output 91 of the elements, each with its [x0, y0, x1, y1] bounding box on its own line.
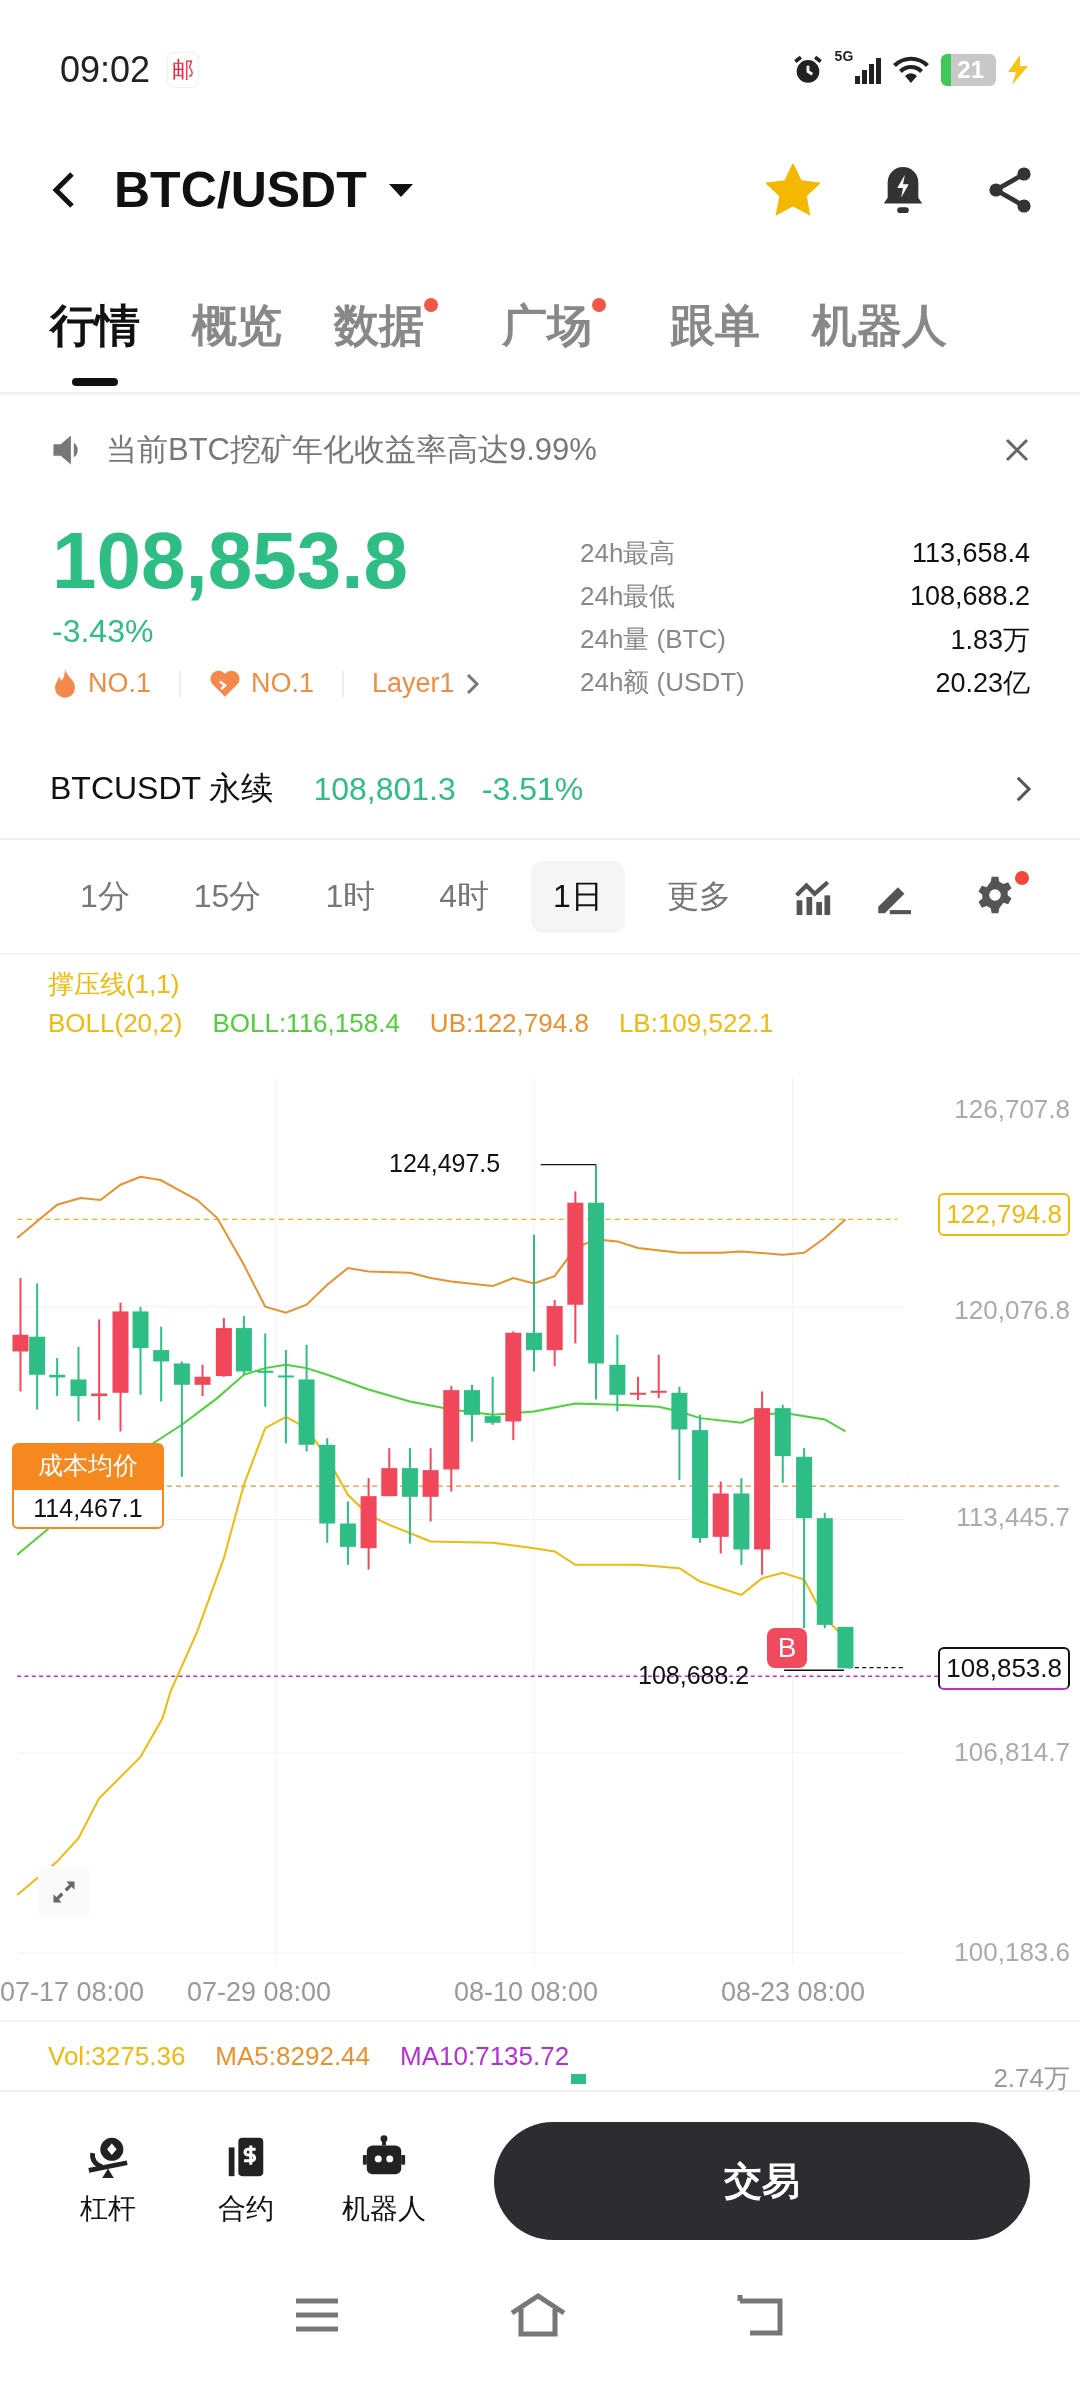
- perpetual-price: 108,801.3: [313, 770, 456, 808]
- leader-line: [783, 1669, 845, 1671]
- signal-icon: [855, 56, 882, 84]
- candle: [837, 1625, 854, 1670]
- cost-average-title: 成本均价: [12, 1443, 164, 1488]
- chevron-right-icon[interactable]: [464, 671, 481, 696]
- stat-value: 108,688.2: [909, 581, 1030, 612]
- axis-date-label: 08-10 08:00: [454, 1977, 600, 2008]
- candle: [49, 1357, 66, 1398]
- tab[interactable]: 广场: [502, 296, 592, 356]
- network-label: 5G: [834, 48, 854, 64]
- candle: [215, 1317, 232, 1378]
- heart-icon: [209, 669, 242, 698]
- action-button[interactable]: 合约: [198, 2134, 294, 2228]
- volume-legend-item: MA10:7135.72: [400, 2040, 570, 2072]
- stat-value: 20.23亿: [935, 666, 1030, 700]
- stat-label: 24h量 (BTC): [580, 623, 726, 656]
- interval-tab[interactable]: 15分: [171, 860, 284, 933]
- axis-date-label: 08-23 08:00: [721, 1977, 867, 2008]
- axis-date-label: 07-17 08:00: [0, 1977, 146, 2008]
- candle: [484, 1375, 501, 1426]
- stat-label: 24h最高: [580, 537, 676, 570]
- stat-value: 113,658.4: [911, 538, 1030, 569]
- tag-label[interactable]: NO.1: [251, 668, 315, 699]
- perpetual-name[interactable]: BTCUSDT 永续: [50, 767, 274, 811]
- stat-value: 1.83万: [950, 623, 1030, 657]
- candle: [463, 1383, 480, 1443]
- candle: [546, 1299, 563, 1368]
- candle: [194, 1363, 211, 1398]
- action-button[interactable]: 机器人: [336, 2134, 432, 2228]
- legend-item: LB:109,522.1: [618, 1008, 774, 1039]
- last-price: 108,853.8: [52, 515, 409, 607]
- status-time: 09:02: [60, 49, 151, 91]
- chevron-right-icon[interactable]: [1014, 774, 1034, 804]
- home-icon[interactable]: [509, 2293, 567, 2337]
- legend-item: BOLL:116,158.4: [212, 1008, 400, 1039]
- band-price-tag: 122,794.8: [938, 1193, 1070, 1236]
- axis-price-label: 126,707.8: [954, 1094, 1070, 1125]
- high-price-label: 124,497.5: [389, 1149, 501, 1178]
- interval-tab[interactable]: 1分: [58, 860, 152, 933]
- tag-label[interactable]: NO.1: [88, 668, 152, 699]
- volume-legend-item: Vol:3275.36: [48, 2040, 186, 2072]
- candle: [235, 1315, 252, 1376]
- tab-underline: [72, 378, 118, 386]
- volume-bar: [571, 2074, 586, 2084]
- charging-icon: [1006, 55, 1030, 85]
- price-change: -3.43%: [52, 613, 155, 650]
- tag-label[interactable]: Layer1: [372, 668, 455, 699]
- leader-line: [540, 1164, 597, 1166]
- flame-icon: [52, 668, 78, 699]
- tab[interactable]: 机器人: [812, 296, 947, 356]
- tab[interactable]: 概览: [192, 296, 282, 356]
- candle: [630, 1375, 647, 1402]
- axis-price-label: 106,814.7: [954, 1737, 1070, 1768]
- axis-date-label: 07-29 08:00: [187, 1977, 333, 2008]
- volume-legend-item: MA5:8292.44: [215, 2040, 371, 2072]
- fullscreen-button[interactable]: [38, 1866, 90, 1918]
- stat-label: 24h最低: [580, 580, 676, 613]
- stat-label: 24h额 (USDT): [580, 666, 745, 699]
- close-icon[interactable]: [1004, 437, 1030, 463]
- axis-price-label: 100,183.6: [954, 1937, 1070, 1965]
- app-notification-icon: 邮: [168, 53, 199, 87]
- axis-price-label: 113,445.7: [956, 1502, 1070, 1533]
- axis-price-label: 120,076.8: [954, 1295, 1070, 1326]
- volume-axis-label: 2.74万: [993, 2062, 1070, 2095]
- tab[interactable]: 数据: [334, 296, 424, 356]
- buy-marker: B: [767, 1628, 807, 1668]
- candle: [381, 1447, 398, 1498]
- tab[interactable]: 行情: [50, 296, 140, 356]
- action-button[interactable]: 杠杆: [60, 2134, 156, 2228]
- interval-tab[interactable]: 1时: [303, 860, 398, 933]
- indicator-chart-icon[interactable]: [792, 878, 833, 915]
- interval-tab[interactable]: 更多: [644, 860, 753, 933]
- candle: [339, 1500, 356, 1566]
- legend-item: BOLL(20,2): [48, 1008, 183, 1039]
- cost-average-price: 114,467.1: [12, 1488, 164, 1529]
- pair-title[interactable]: BTC/USDT: [114, 161, 367, 219]
- menu-icon[interactable]: [294, 2297, 341, 2333]
- star-icon[interactable]: [766, 164, 820, 216]
- last-price-tag: 108,853.8: [938, 1647, 1070, 1690]
- dropdown-caret-icon[interactable]: [388, 182, 413, 198]
- perpetual-change: -3.51%: [481, 770, 584, 808]
- interval-tab[interactable]: 4时: [417, 860, 511, 933]
- candle: [650, 1353, 667, 1400]
- indicator-label: 撑压线(1,1): [48, 968, 181, 1001]
- legend-item: UB:122,794.8: [429, 1008, 589, 1039]
- trade-button[interactable]: 交易: [494, 2122, 1030, 2240]
- tab[interactable]: 跟单: [670, 296, 760, 356]
- interval-tab[interactable]: 1日: [531, 860, 625, 933]
- low-price-label: 108,688.2: [638, 1661, 750, 1690]
- notice-text: 当前BTC挖矿年化收益率高达9.99%: [106, 431, 598, 469]
